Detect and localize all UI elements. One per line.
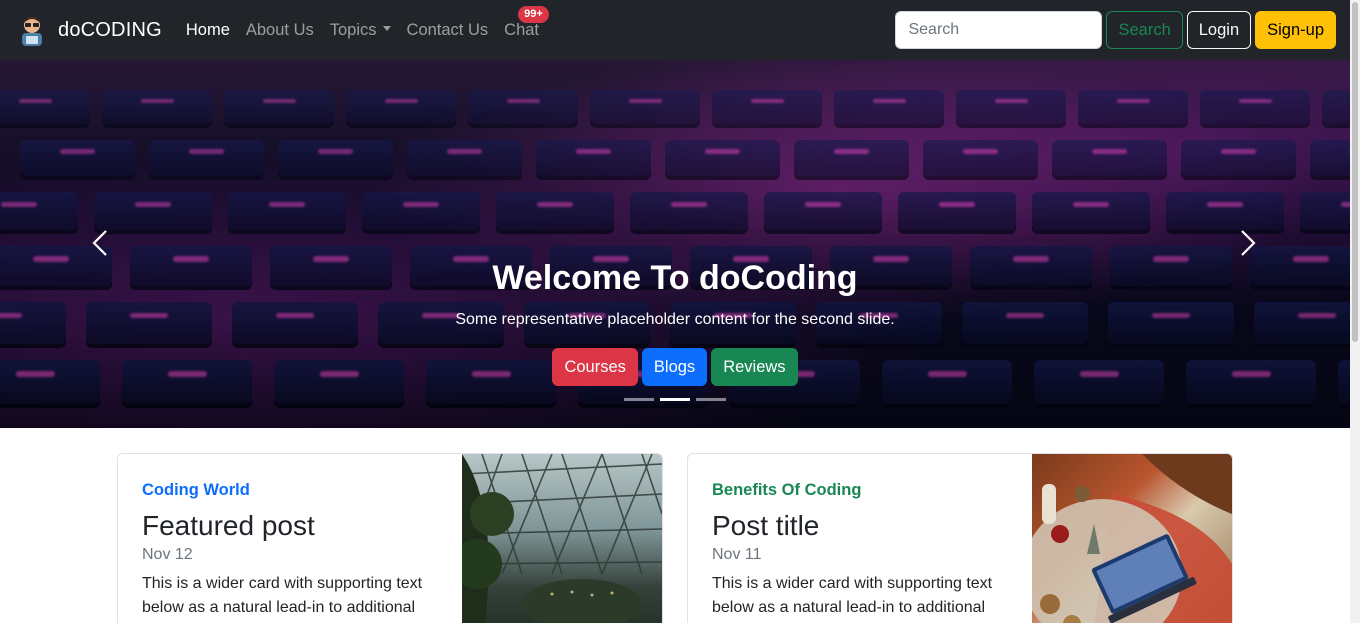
laptop-desk-image — [1032, 454, 1232, 623]
carousel-buttons: Courses Blogs Reviews — [0, 348, 1350, 386]
nav-about-us[interactable]: About Us — [246, 21, 314, 40]
search-button[interactable]: Search — [1106, 11, 1183, 49]
carousel-indicator-3[interactable] — [696, 398, 726, 401]
glass-dome-image — [462, 454, 662, 623]
nav-topics-label: Topics — [329, 20, 377, 39]
chevron-left-icon — [92, 230, 107, 256]
card-category: Coding World — [142, 481, 250, 499]
featured-post-card: Coding World Featured post Nov 12 This i… — [117, 453, 663, 623]
card-body: Coding World Featured post Nov 12 This i… — [142, 481, 442, 620]
post-title-card: Benefits Of Coding Post title Nov 11 Thi… — [687, 453, 1233, 623]
scrollbar-thumb[interactable] — [1352, 2, 1358, 342]
card-date: Nov 12 — [142, 546, 193, 563]
carousel-next-button[interactable] — [1232, 228, 1262, 258]
search-input[interactable]: Search — [895, 11, 1103, 49]
page-scrollbar[interactable] — [1350, 0, 1360, 623]
nav-contact-us[interactable]: Contact Us — [407, 21, 489, 40]
carousel-indicator-2[interactable] — [660, 398, 690, 401]
chevron-right-icon — [1241, 230, 1256, 256]
card-title: Post title — [712, 510, 820, 541]
top-navbar: doCODING Home About Us Topics Contact Us… — [0, 0, 1350, 60]
carousel-indicator-1[interactable] — [624, 398, 654, 401]
card-body: Benefits Of Coding Post title Nov 11 Thi… — [712, 481, 1012, 620]
nav-topics-dropdown[interactable]: Topics — [330, 21, 391, 40]
card-category: Benefits Of Coding — [712, 481, 862, 499]
courses-button[interactable]: Courses — [552, 348, 638, 386]
card-text: This is a wider card with supporting tex… — [142, 575, 423, 616]
coder-avatar-icon — [22, 17, 42, 46]
chat-count-badge: 99+ — [518, 5, 549, 23]
nav-home[interactable]: Home — [186, 21, 230, 40]
reviews-button[interactable]: Reviews — [711, 348, 798, 386]
card-text: This is a wider card with supporting tex… — [712, 575, 993, 616]
login-button[interactable]: Login — [1186, 11, 1252, 49]
carousel-prev-button[interactable] — [86, 228, 116, 258]
blogs-button[interactable]: Blogs — [641, 348, 708, 386]
nav-actions: Search Search Login Sign-up — [895, 11, 1336, 49]
carousel-title: Welcome To doCoding — [492, 259, 858, 297]
chevron-down-icon — [382, 25, 391, 31]
nav-chat[interactable]: Chat 99+ — [504, 5, 549, 40]
signup-button[interactable]: Sign-up — [1255, 11, 1336, 49]
card-date: Nov 11 — [712, 546, 762, 563]
brand-link[interactable]: doCODING — [16, 14, 162, 46]
card-title: Featured post — [142, 510, 315, 541]
hero-carousel: Welcome To doCoding Some representative … — [0, 60, 1350, 428]
carousel-indicators — [0, 398, 1350, 401]
nav-links: Home About Us Topics Contact Us Chat 99+ — [186, 5, 555, 40]
carousel-subtitle: Some representative placeholder content … — [455, 311, 895, 328]
nav-chat-label: Chat — [504, 20, 540, 39]
brand-name: doCODING — [58, 18, 162, 41]
